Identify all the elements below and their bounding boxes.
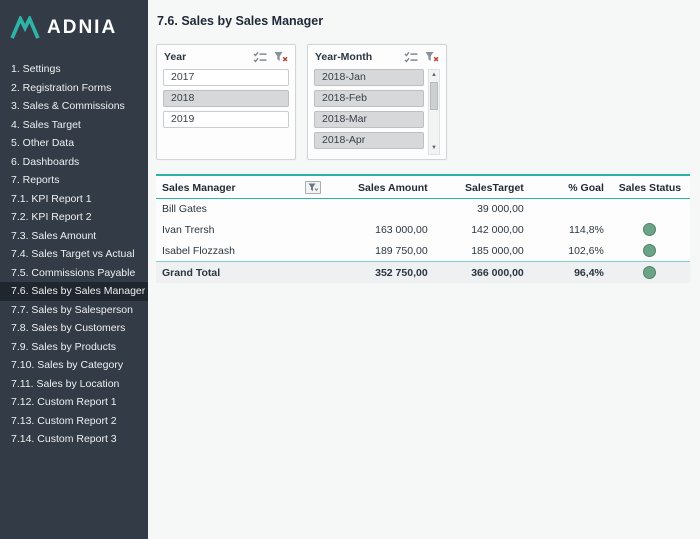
grand-total-row: Grand Total352 750,00366 000,0096,4% bbox=[156, 262, 690, 284]
sidebar-item[interactable]: 7.13. Custom Report 2 bbox=[0, 412, 148, 431]
slicer-icons bbox=[252, 50, 289, 64]
cell-sales_amount: 352 750,00 bbox=[327, 262, 434, 284]
sidebar-nav: 1. Settings2. Registration Forms3. Sales… bbox=[0, 60, 148, 449]
sidebar-item[interactable]: 6. Dashboards bbox=[0, 153, 148, 172]
scroll-track[interactable] bbox=[429, 81, 439, 143]
cell-sales_amount: 163 000,00 bbox=[327, 219, 434, 240]
row-labels-filter-icon[interactable] bbox=[305, 181, 321, 194]
table-row: Bill Gates 39 000,00 bbox=[156, 199, 690, 220]
sales-report-table: Sales Manager Sales Amount SalesTarget % Go… bbox=[156, 174, 690, 283]
multiselect-icon[interactable] bbox=[403, 50, 419, 64]
cell-sales_target: 39 000,00 bbox=[434, 199, 530, 220]
scroll-down-arrow[interactable]: ▼ bbox=[429, 143, 439, 154]
status-indicator-green bbox=[643, 244, 656, 257]
column-header: % Goal bbox=[530, 175, 610, 199]
sidebar-item[interactable]: 7.14. Custom Report 3 bbox=[0, 430, 148, 449]
status-cell bbox=[610, 199, 690, 220]
sidebar-item[interactable]: 7.12. Custom Report 1 bbox=[0, 393, 148, 412]
sidebar-item[interactable]: 7.2. KPI Report 2 bbox=[0, 208, 148, 227]
page-title: 7.6. Sales by Sales Manager bbox=[157, 14, 690, 28]
sidebar-item[interactable]: 7.5. Commissions Payable bbox=[0, 264, 148, 283]
sidebar-item[interactable]: 4. Sales Target bbox=[0, 116, 148, 135]
slicer-item[interactable]: 2018 bbox=[163, 90, 289, 107]
sidebar-item[interactable]: 7.3. Sales Amount bbox=[0, 227, 148, 246]
cell-manager: Bill Gates bbox=[156, 199, 327, 220]
adnia-logo-icon bbox=[10, 16, 40, 40]
slicer-item[interactable]: 2019 bbox=[163, 111, 289, 128]
sidebar-item[interactable]: 7. Reports bbox=[0, 171, 148, 190]
main-content: 7.6. Sales by Sales Manager Year 2017 2018… bbox=[148, 0, 700, 539]
table-row: Isabel Flozzash189 750,00185 000,00102,6… bbox=[156, 240, 690, 262]
slicer-year: Year 2017 2018 2019 bbox=[156, 44, 296, 160]
column-header-label: Sales Amount bbox=[358, 182, 428, 194]
cell-sales_amount bbox=[327, 199, 434, 220]
slicer-item[interactable]: 2018-Feb bbox=[314, 90, 424, 107]
cell-sales_target: 142 000,00 bbox=[434, 219, 530, 240]
column-header: Sales Status bbox=[610, 175, 690, 199]
sidebar: ADNIA 1. Settings2. Registration Forms3.… bbox=[0, 0, 148, 539]
clear-filter-icon[interactable] bbox=[424, 50, 440, 64]
cell-goal: 102,6% bbox=[530, 240, 610, 262]
sidebar-item[interactable]: 7.11. Sales by Location bbox=[0, 375, 148, 394]
scroll-thumb[interactable] bbox=[430, 82, 438, 110]
column-header-label: Sales Status bbox=[619, 182, 681, 194]
slicer-item[interactable]: 2018-Apr bbox=[314, 132, 424, 149]
brand-name: ADNIA bbox=[47, 17, 117, 39]
sidebar-item[interactable]: 5. Other Data bbox=[0, 134, 148, 153]
status-cell bbox=[610, 240, 690, 262]
sidebar-item[interactable]: 7.1. KPI Report 1 bbox=[0, 190, 148, 209]
sidebar-item[interactable]: 7.8. Sales by Customers bbox=[0, 319, 148, 338]
slicer-icons bbox=[403, 50, 440, 64]
status-cell bbox=[610, 262, 690, 284]
column-header: SalesTarget bbox=[434, 175, 530, 199]
status-cell bbox=[610, 219, 690, 240]
slicer-scrollbar[interactable]: ▲▼ bbox=[428, 69, 440, 155]
column-header-label: Sales Manager bbox=[162, 182, 236, 194]
cell-sales_target: 366 000,00 bbox=[434, 262, 530, 284]
status-indicator-green bbox=[643, 223, 656, 236]
multiselect-icon[interactable] bbox=[252, 50, 268, 64]
slicer-header: Year-Month bbox=[314, 49, 440, 69]
table-header-row: Sales Manager Sales Amount SalesTarget % Go… bbox=[156, 175, 690, 199]
slicer-year-month: Year-Month 2018-Jan 2018-Feb 2018-Mar 2018-A… bbox=[307, 44, 447, 160]
sidebar-item-active[interactable]: 7.6. Sales by Sales Manager bbox=[0, 282, 148, 301]
sidebar-item[interactable]: 1. Settings bbox=[0, 60, 148, 79]
slicer-title: Year bbox=[164, 51, 186, 63]
brand-logo: ADNIA bbox=[0, 0, 148, 60]
app-window: ADNIA 1. Settings2. Registration Forms3.… bbox=[0, 0, 700, 539]
clear-filter-icon[interactable] bbox=[273, 50, 289, 64]
column-header: Sales Manager bbox=[156, 175, 327, 199]
cell-sales_amount: 189 750,00 bbox=[327, 240, 434, 262]
table-row: Ivan Trersh163 000,00142 000,00114,8% bbox=[156, 219, 690, 240]
sidebar-item[interactable]: 7.9. Sales by Products bbox=[0, 338, 148, 357]
cell-manager: Isabel Flozzash bbox=[156, 240, 327, 262]
column-header-label: % Goal bbox=[568, 182, 604, 194]
slicer-item[interactable]: 2018-Jan bbox=[314, 69, 424, 86]
cell-sales_target: 185 000,00 bbox=[434, 240, 530, 262]
slicer-item[interactable]: 2017 bbox=[163, 69, 289, 86]
sidebar-item[interactable]: 7.4. Sales Target vs Actual bbox=[0, 245, 148, 264]
sidebar-item[interactable]: 7.10. Sales by Category bbox=[0, 356, 148, 375]
cell-goal: 114,8% bbox=[530, 219, 610, 240]
column-header: Sales Amount bbox=[327, 175, 434, 199]
sidebar-item[interactable]: 3. Sales & Commissions bbox=[0, 97, 148, 116]
cell-goal: 96,4% bbox=[530, 262, 610, 284]
cell-manager: Ivan Trersh bbox=[156, 219, 327, 240]
slicer-title: Year-Month bbox=[315, 51, 372, 63]
slicer-row: Year 2017 2018 2019 Year-Month 2018-Jan 2018-F… bbox=[156, 44, 690, 160]
sidebar-item[interactable]: 7.7. Sales by Salesperson bbox=[0, 301, 148, 320]
cell-manager: Grand Total bbox=[156, 262, 327, 284]
column-header-label: SalesTarget bbox=[465, 182, 524, 194]
status-indicator-green bbox=[643, 266, 656, 279]
slicer-header: Year bbox=[163, 49, 289, 69]
cell-goal bbox=[530, 199, 610, 220]
slicer-item[interactable]: 2018-Mar bbox=[314, 111, 424, 128]
scroll-up-arrow[interactable]: ▲ bbox=[429, 70, 439, 81]
sidebar-item[interactable]: 2. Registration Forms bbox=[0, 79, 148, 98]
